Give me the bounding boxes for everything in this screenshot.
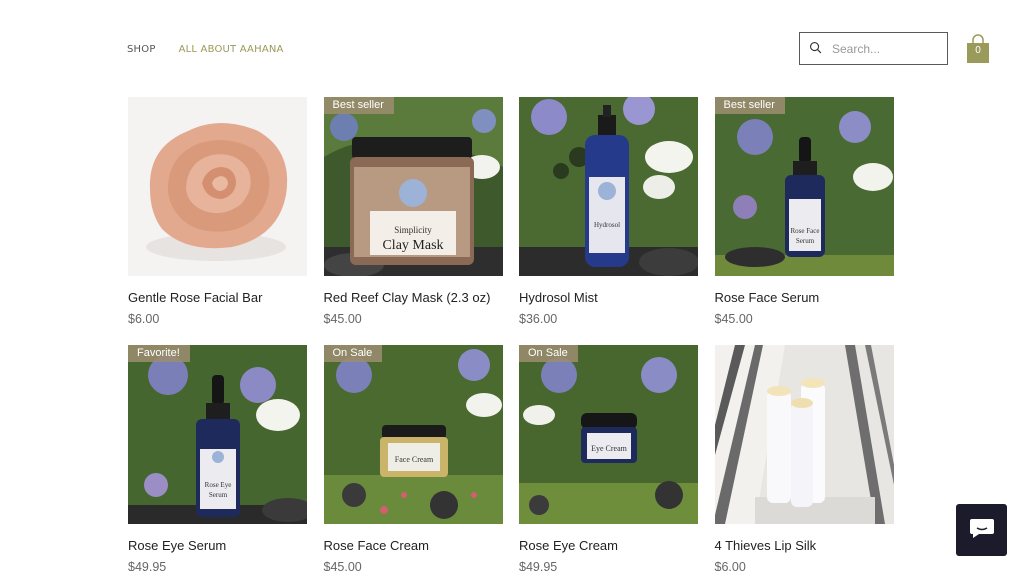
chat-icon bbox=[969, 517, 995, 543]
nav-shop-link[interactable]: SHOP bbox=[127, 44, 156, 55]
product-card[interactable]: Rose Eye Serum Favorite! Rose Eye Serum … bbox=[128, 345, 307, 571]
svg-text:Simplicity: Simplicity bbox=[394, 225, 432, 235]
svg-text:Hydrosol: Hydrosol bbox=[594, 221, 620, 229]
chat-widget-button[interactable] bbox=[956, 504, 1007, 556]
search-icon bbox=[809, 39, 822, 58]
product-price: $49.95 bbox=[128, 560, 167, 571]
rose-eye-serum-image: Rose Eye Serum bbox=[128, 345, 307, 524]
nav-about-link[interactable]: ALL ABOUT AAHANA bbox=[179, 44, 284, 55]
product-price: $45.00 bbox=[323, 560, 362, 571]
cart-count: 0 bbox=[975, 45, 981, 56]
rose-eye-cream-image: Eye Cream bbox=[519, 345, 698, 524]
svg-text:Rose Eye: Rose Eye bbox=[205, 481, 232, 489]
rose-face-serum-image: Rose Face Serum bbox=[714, 97, 894, 276]
product-card[interactable]: Simplicity Clay Mask Best seller Red Ree… bbox=[323, 97, 503, 345]
product-ribbon: Best seller bbox=[323, 97, 394, 114]
product-price: $6.00 bbox=[714, 560, 746, 571]
product-image[interactable]: Simplicity Clay Mask Best seller bbox=[323, 97, 503, 276]
rose-face-cream-image: Face Cream bbox=[323, 345, 503, 524]
product-card[interactable]: Hydrosol Hydrosol Mist $36.00 bbox=[519, 97, 698, 345]
product-ribbon: Best seller bbox=[714, 97, 785, 114]
product-image[interactable]: Eye Cream On Sale bbox=[519, 345, 698, 524]
product-image[interactable]: Rose Face Serum Best seller bbox=[714, 97, 894, 276]
svg-text:Eye Cream: Eye Cream bbox=[591, 444, 628, 453]
product-image[interactable]: Rose Eye Serum Favorite! bbox=[128, 345, 307, 524]
product-price: $36.00 bbox=[519, 312, 558, 326]
search-input[interactable] bbox=[830, 40, 944, 57]
shop-page: SHOP ALL ABOUT AAHANA 0 bbox=[0, 0, 1023, 571]
product-card[interactable]: Rose Face Serum Best seller Rose Face Se… bbox=[714, 97, 894, 345]
product-price: $45.00 bbox=[323, 312, 362, 326]
product-price: $49.95 bbox=[519, 560, 558, 571]
product-name[interactable]: 4 Thieves Lip Silk bbox=[715, 538, 894, 553]
product-name[interactable]: Gentle Rose Facial Bar bbox=[128, 290, 307, 305]
product-image[interactable] bbox=[714, 345, 894, 524]
product-ribbon: On Sale bbox=[323, 345, 383, 362]
product-price: $45.00 bbox=[714, 312, 753, 326]
product-name[interactable]: Rose Face Serum bbox=[715, 290, 894, 305]
product-image[interactable] bbox=[128, 97, 307, 276]
product-image[interactable]: Face Cream On Sale bbox=[323, 345, 503, 524]
cart-button[interactable]: 0 bbox=[966, 34, 990, 64]
lip-silk-image bbox=[714, 345, 894, 524]
product-card[interactable]: Face Cream On Sale Rose Face Cream $45.0… bbox=[323, 345, 503, 571]
site-nav: SHOP ALL ABOUT AAHANA bbox=[127, 44, 284, 55]
product-price: $6.00 bbox=[128, 312, 160, 326]
svg-text:Serum: Serum bbox=[209, 491, 228, 499]
product-name[interactable]: Red Reef Clay Mask (2.3 oz) bbox=[324, 290, 503, 305]
rose-soap-image bbox=[128, 97, 307, 276]
svg-text:Face Cream: Face Cream bbox=[394, 455, 433, 464]
clay-mask-image: Simplicity Clay Mask bbox=[323, 97, 503, 276]
svg-text:Rose Face: Rose Face bbox=[790, 227, 819, 235]
svg-text:Serum: Serum bbox=[795, 237, 814, 245]
product-name[interactable]: Hydrosol Mist bbox=[519, 290, 698, 305]
svg-text:Clay Mask: Clay Mask bbox=[382, 238, 443, 253]
product-card[interactable]: 4 Thieves Lip Silk $6.00 bbox=[714, 345, 894, 571]
product-name[interactable]: Rose Eye Cream bbox=[519, 538, 698, 553]
product-card[interactable]: Eye Cream On Sale Rose Eye Cream $49.95 bbox=[519, 345, 698, 571]
product-ribbon: Favorite! bbox=[128, 345, 190, 362]
search-box[interactable] bbox=[799, 32, 948, 65]
product-ribbon: On Sale bbox=[519, 345, 578, 362]
product-card[interactable]: Gentle Rose Facial Bar $6.00 bbox=[128, 97, 307, 345]
product-image[interactable]: Hydrosol bbox=[519, 97, 698, 276]
hydrosol-mist-image: Hydrosol bbox=[519, 97, 698, 276]
product-name[interactable]: Rose Face Cream bbox=[324, 538, 503, 553]
product-grid: Gentle Rose Facial Bar $6.00 Simplicity … bbox=[128, 97, 894, 571]
product-name[interactable]: Rose Eye Serum bbox=[128, 538, 307, 553]
